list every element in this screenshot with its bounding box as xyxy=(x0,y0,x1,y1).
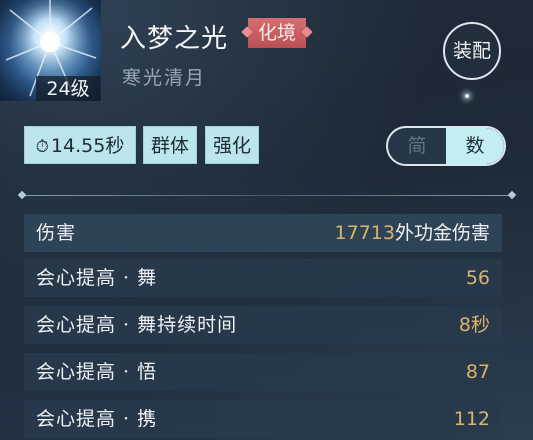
stat-value: 56 xyxy=(465,267,490,289)
skill-level-badge: 24级 xyxy=(36,76,100,101)
view-mode-simple[interactable]: 简 xyxy=(388,128,446,164)
skill-detail-panel: 24级 入梦之光 化境 寒光清月 装配 ⏱ 14.55秒 群体 强化 简 数 伤害… xyxy=(0,0,533,440)
stat-row: 会心提高 · 舞持续时间 8秒 xyxy=(24,306,502,344)
stat-label: 伤害 xyxy=(36,222,77,244)
section-divider xyxy=(17,190,517,200)
view-mode-number[interactable]: 数 xyxy=(446,128,504,164)
stat-row: 会心提高 · 携 112 xyxy=(24,400,502,438)
stat-label: 会心提高 · 悟 xyxy=(36,361,158,383)
sparkle-decoration xyxy=(465,94,469,98)
target-tag: 群体 xyxy=(143,126,197,164)
stat-value: 112 xyxy=(453,408,490,430)
stat-value: 17713外功金伤害 xyxy=(335,214,490,252)
clock-icon: ⏱ xyxy=(35,137,49,157)
type-tag: 强化 xyxy=(205,126,259,164)
skill-subtitle: 寒光清月 xyxy=(122,67,207,89)
skill-icon[interactable]: 24级 xyxy=(0,0,101,101)
skill-name: 入梦之光 xyxy=(120,24,229,54)
cooldown-tag: ⏱ 14.55秒 xyxy=(24,126,136,164)
divider-diamond-left xyxy=(17,190,27,200)
stat-row: 会心提高 · 舞 56 xyxy=(24,259,502,297)
stat-value: 8秒 xyxy=(458,314,490,336)
stat-suffix: 外功金伤害 xyxy=(394,222,490,244)
stat-label: 会心提高 · 舞持续时间 xyxy=(36,314,238,336)
stat-label: 会心提高 · 舞 xyxy=(36,267,158,289)
equip-button[interactable]: 装配 xyxy=(443,22,501,80)
stat-label: 会心提高 · 携 xyxy=(36,408,158,430)
view-mode-toggle[interactable]: 简 数 xyxy=(386,126,506,166)
stat-row: 会心提高 · 悟 87 xyxy=(24,353,502,391)
cooldown-value: 14.55秒 xyxy=(50,135,125,157)
stat-row-damage: 伤害 17713外功金伤害 xyxy=(24,214,502,252)
divider-diamond-right xyxy=(507,190,517,200)
stat-number: 17713 xyxy=(334,222,395,244)
stat-value: 87 xyxy=(465,361,490,383)
tier-badge: 化境 xyxy=(248,18,307,48)
